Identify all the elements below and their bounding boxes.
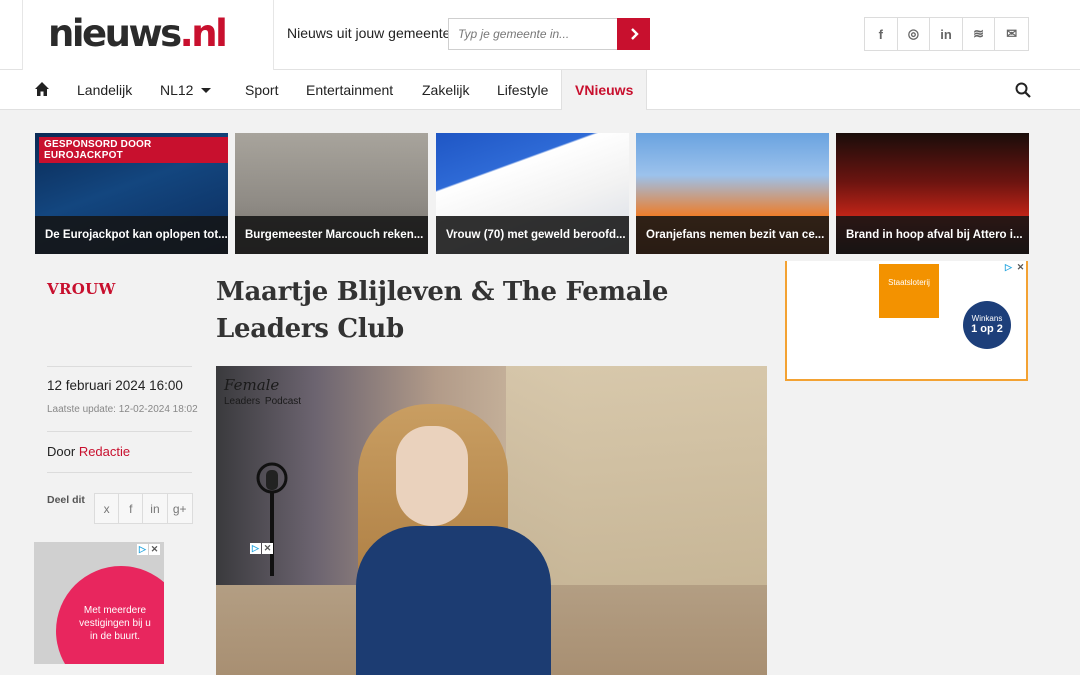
nav-item-vnieuws[interactable]: VNieuws (561, 70, 648, 110)
gemeente-submit-button[interactable] (617, 18, 650, 50)
gemeente-search-input[interactable] (448, 18, 618, 50)
article-date: 12 februari 2024 16:00 (47, 378, 183, 393)
rss-icon[interactable]: ≋ (963, 18, 996, 50)
sponsored-badge: GESPONSORD DOOR EUROJACKPOT (39, 137, 228, 163)
nav-item-entertainment[interactable]: Entertainment (306, 70, 393, 110)
teaser-card[interactable]: Oranjefans nemen bezit van ce... (636, 133, 829, 254)
linkedin-icon[interactable]: in (930, 18, 963, 50)
logo-tld: nl (191, 12, 228, 55)
teaser-caption: De Eurojackpot kan oplopen tot... (35, 216, 228, 254)
article-updated: Laatste update: 12-02-2024 18:02 (47, 404, 198, 415)
podcast-logo-line3: Podcast (264, 396, 302, 407)
linkedin-share-icon[interactable]: in (143, 494, 168, 523)
nav-item-landelijk[interactable]: Landelijk (77, 70, 132, 110)
chevron-down-icon[interactable] (201, 88, 211, 93)
adchoices-icon[interactable]: ▷ ✕ (1003, 262, 1026, 273)
teaser-caption: Oranjefans nemen bezit van ce... (636, 216, 829, 254)
podcast-logo-line2: Leaders (224, 396, 261, 407)
adchoices-icon[interactable]: ▷ ✕ (137, 544, 160, 555)
logo-container[interactable]: nieuws.nl (22, 0, 274, 70)
teaser-card[interactable]: Brand in hoop afval bij Attero i... (836, 133, 1029, 254)
divider (47, 366, 192, 367)
ad-left-text: Met meerdere vestigingen bij u in de buu… (79, 605, 151, 642)
microphone-icon (256, 462, 288, 576)
top-header: nieuws.nl Nieuws uit jouw gemeente: f ◎ … (0, 0, 1080, 70)
facebook-icon[interactable]: f (865, 18, 898, 50)
article-category[interactable]: VROUW (47, 280, 116, 298)
share-buttons: x f in g+ (94, 493, 193, 524)
ad-brand: Staatsloterij (888, 278, 930, 287)
instagram-icon[interactable]: ◎ (898, 18, 931, 50)
teaser-card[interactable]: GESPONSORD DOOR EUROJACKPOT De Eurojackp… (35, 133, 228, 254)
winkans-odds: 1 op 2 (971, 323, 1003, 335)
share-label: Deel dit (47, 494, 85, 506)
teaser-card[interactable]: Burgemeester Marcouch reken... (235, 133, 428, 254)
teaser-caption: Brand in hoop afval bij Attero i... (836, 216, 1029, 254)
ad-banner-right[interactable]: Staatsloterij Winkans 1 op 2 ▷ ✕ (785, 261, 1028, 381)
chevron-right-icon (630, 28, 639, 40)
article-title: Maartje Blijleven & The Female Leaders C… (216, 277, 669, 344)
gemeente-label: Nieuws uit jouw gemeente: (287, 25, 455, 41)
staatsloterij-logo: Staatsloterij (879, 264, 939, 318)
mail-icon[interactable]: ✉ (995, 18, 1028, 50)
search-icon[interactable] (1015, 82, 1031, 98)
site-logo[interactable]: nieuws.nl (48, 12, 228, 56)
logo-text: nieuws (48, 12, 182, 55)
ad-banner-left[interactable]: Met meerdere vestigingen bij u in de buu… (34, 542, 164, 664)
nav-item-zakelijk[interactable]: Zakelijk (422, 70, 469, 110)
nav-item-lifestyle[interactable]: Lifestyle (497, 70, 548, 110)
facebook-share-icon[interactable]: f (119, 494, 144, 523)
x-share-icon[interactable]: x (95, 494, 120, 523)
winkans-badge: Winkans 1 op 2 (963, 301, 1011, 349)
teaser-caption: Burgemeester Marcouch reken... (235, 216, 428, 254)
hero-person-body (356, 526, 551, 675)
hero-person-face (396, 426, 468, 526)
home-icon[interactable] (34, 81, 50, 97)
author-link[interactable]: Redactie (79, 444, 130, 459)
article-author: Door Redactie (47, 444, 130, 459)
article-hero-image[interactable]: Female Leaders Podcast ▷ ✕ (216, 366, 767, 675)
logo-dot: . (179, 12, 194, 55)
divider (47, 472, 192, 473)
main-nav: Landelijk NL12 Sport Entertainment Zakel… (0, 70, 1080, 110)
author-prefix: Door (47, 444, 76, 459)
social-links: f ◎ in ≋ ✉ (864, 17, 1029, 51)
winkans-label: Winkans (971, 314, 1003, 323)
teaser-card[interactable]: Vrouw (70) met geweld beroofd... (436, 133, 629, 254)
adchoices-icon[interactable]: ▷ ✕ (250, 543, 273, 554)
nav-item-nl12[interactable]: NL12 (160, 70, 193, 110)
podcast-logo: Female Leaders Podcast (224, 378, 301, 409)
nav-item-sport[interactable]: Sport (245, 70, 278, 110)
divider (47, 431, 192, 432)
teaser-caption: Vrouw (70) met geweld beroofd... (436, 216, 629, 254)
googleplus-share-icon[interactable]: g+ (168, 494, 192, 523)
